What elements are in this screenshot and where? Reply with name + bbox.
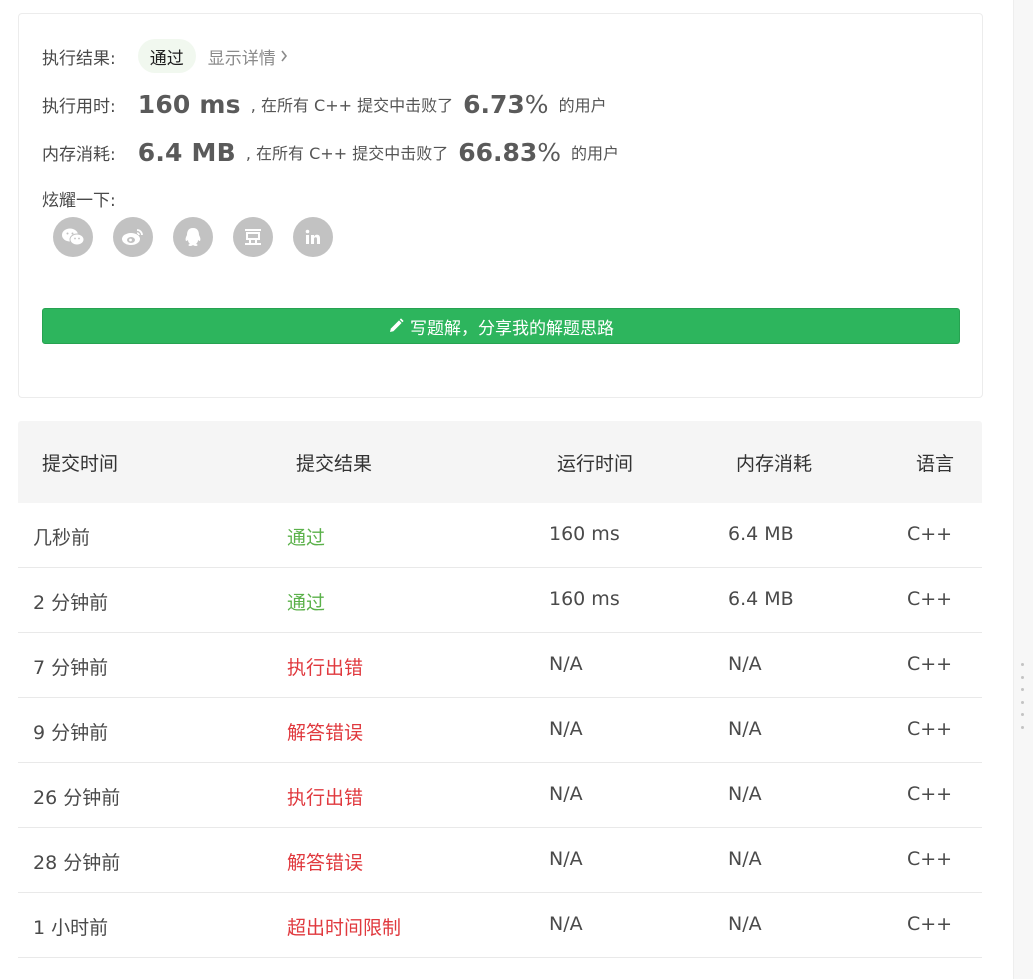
header-language: 语言 (916, 453, 955, 475)
cell-language: C++ (907, 718, 953, 740)
share-label: 炫耀一下: (42, 191, 116, 211)
cell-language: C++ (907, 588, 953, 610)
linkedin-icon[interactable] (293, 217, 333, 257)
cell-result-link[interactable]: 通过 (287, 588, 325, 615)
memory-percent-sign: % (537, 137, 562, 167)
scroll-gutter (1013, 0, 1033, 979)
douban-icon[interactable] (233, 217, 273, 257)
cell-runtime: N/A (549, 913, 583, 935)
cell-runtime: N/A (549, 653, 583, 675)
header-submit-result: 提交结果 (296, 453, 373, 475)
drag-handle[interactable] (1019, 663, 1025, 729)
result-card: 执行结果: 通过 显示详情 执行用时: 160 ms , 在所有 C++ 提交中… (18, 13, 983, 398)
runtime-percent-sign: % (524, 89, 549, 119)
weibo-icon[interactable] (113, 217, 153, 257)
chevron-right-icon (281, 50, 287, 62)
cell-result-link[interactable]: 超出时间限制 (287, 913, 401, 940)
write-solution-label: 写题解，分享我的解题思路 (410, 318, 614, 339)
status-row: 执行结果: 通过 显示详情 (42, 39, 288, 73)
cell-memory: 6.4 MB (728, 588, 794, 610)
table-row: 26 分钟前 执行出错 N/A N/A C++ (18, 763, 982, 828)
cell-language: C++ (907, 653, 953, 675)
table-row: 1 小时前 超出时间限制 N/A N/A C++ (18, 893, 982, 958)
table-row: 28 分钟前 解答错误 N/A N/A C++ (18, 828, 982, 893)
memory-text: , 在所有 C++ 提交中击败了 (245, 144, 449, 163)
cell-memory: N/A (728, 913, 762, 935)
table-row: 2 分钟前 通过 160 ms 6.4 MB C++ (18, 568, 982, 633)
cell-result-link[interactable]: 解答错误 (287, 848, 363, 875)
cell-memory: N/A (728, 783, 762, 805)
cell-runtime: N/A (549, 783, 583, 805)
header-runtime: 运行时间 (557, 453, 634, 475)
header-memory: 内存消耗 (736, 453, 813, 475)
memory-row: 内存消耗: 6.4 MB , 在所有 C++ 提交中击败了 66.83 % 的用… (42, 134, 619, 170)
cell-result-link[interactable]: 解答错误 (287, 718, 363, 745)
cell-result-link[interactable]: 通过 (287, 523, 325, 550)
runtime-text: , 在所有 C++ 提交中击败了 (250, 96, 454, 115)
runtime-tail: 的用户 (558, 96, 607, 115)
cell-runtime: N/A (549, 848, 583, 870)
memory-tail: 的用户 (571, 144, 620, 163)
qq-icon[interactable] (173, 217, 213, 257)
cell-time: 2 分钟前 (33, 592, 109, 614)
cell-time: 9 分钟前 (33, 722, 109, 744)
show-details-link[interactable]: 显示详情 (208, 44, 288, 69)
pencil-icon (390, 318, 404, 332)
cell-result-link[interactable]: 执行出错 (287, 783, 363, 810)
cell-time: 1 小时前 (33, 917, 109, 939)
cell-time: 几秒前 (33, 527, 91, 549)
wechat-icon[interactable] (53, 217, 93, 257)
cell-language: C++ (907, 523, 953, 545)
cell-result-link[interactable]: 执行出错 (287, 653, 363, 680)
cell-memory: N/A (728, 718, 762, 740)
table-header: 提交时间 提交结果 运行时间 内存消耗 语言 (18, 421, 982, 503)
runtime-label: 执行用时: (42, 96, 116, 117)
write-solution-button[interactable]: 写题解，分享我的解题思路 (42, 308, 960, 344)
table-row: 几秒前 通过 160 ms 6.4 MB C++ (18, 503, 982, 568)
submission-table: 提交时间 提交结果 运行时间 内存消耗 语言 几秒前 通过 160 ms 6.4… (18, 421, 982, 958)
table-row: 9 分钟前 解答错误 N/A N/A C++ (18, 698, 982, 763)
cell-language: C++ (907, 783, 953, 805)
cell-language: C++ (907, 913, 953, 935)
cell-runtime: 160 ms (549, 523, 620, 545)
cell-language: C++ (907, 848, 953, 870)
status-label: 执行结果: (42, 48, 116, 69)
cell-memory: 6.4 MB (728, 523, 794, 545)
status-badge: 通过 (137, 39, 196, 73)
cell-memory: N/A (728, 653, 762, 675)
memory-label: 内存消耗: (42, 144, 116, 165)
memory-percentile: 66.83 (458, 137, 538, 167)
cell-time: 7 分钟前 (33, 657, 109, 679)
cell-time: 28 分钟前 (33, 852, 121, 874)
runtime-value: 160 ms (137, 89, 241, 119)
cell-time: 26 分钟前 (33, 787, 121, 809)
share-icons (53, 217, 333, 257)
cell-runtime: 160 ms (549, 588, 620, 610)
runtime-percentile: 6.73 (463, 89, 525, 119)
table-row: 7 分钟前 执行出错 N/A N/A C++ (18, 633, 982, 698)
memory-value: 6.4 MB (137, 137, 236, 167)
header-submit-time: 提交时间 (42, 453, 119, 475)
cell-memory: N/A (728, 848, 762, 870)
cell-runtime: N/A (549, 718, 583, 740)
runtime-row: 执行用时: 160 ms , 在所有 C++ 提交中击败了 6.73 % 的用户 (42, 86, 607, 122)
show-details-label: 显示详情 (207, 48, 276, 69)
